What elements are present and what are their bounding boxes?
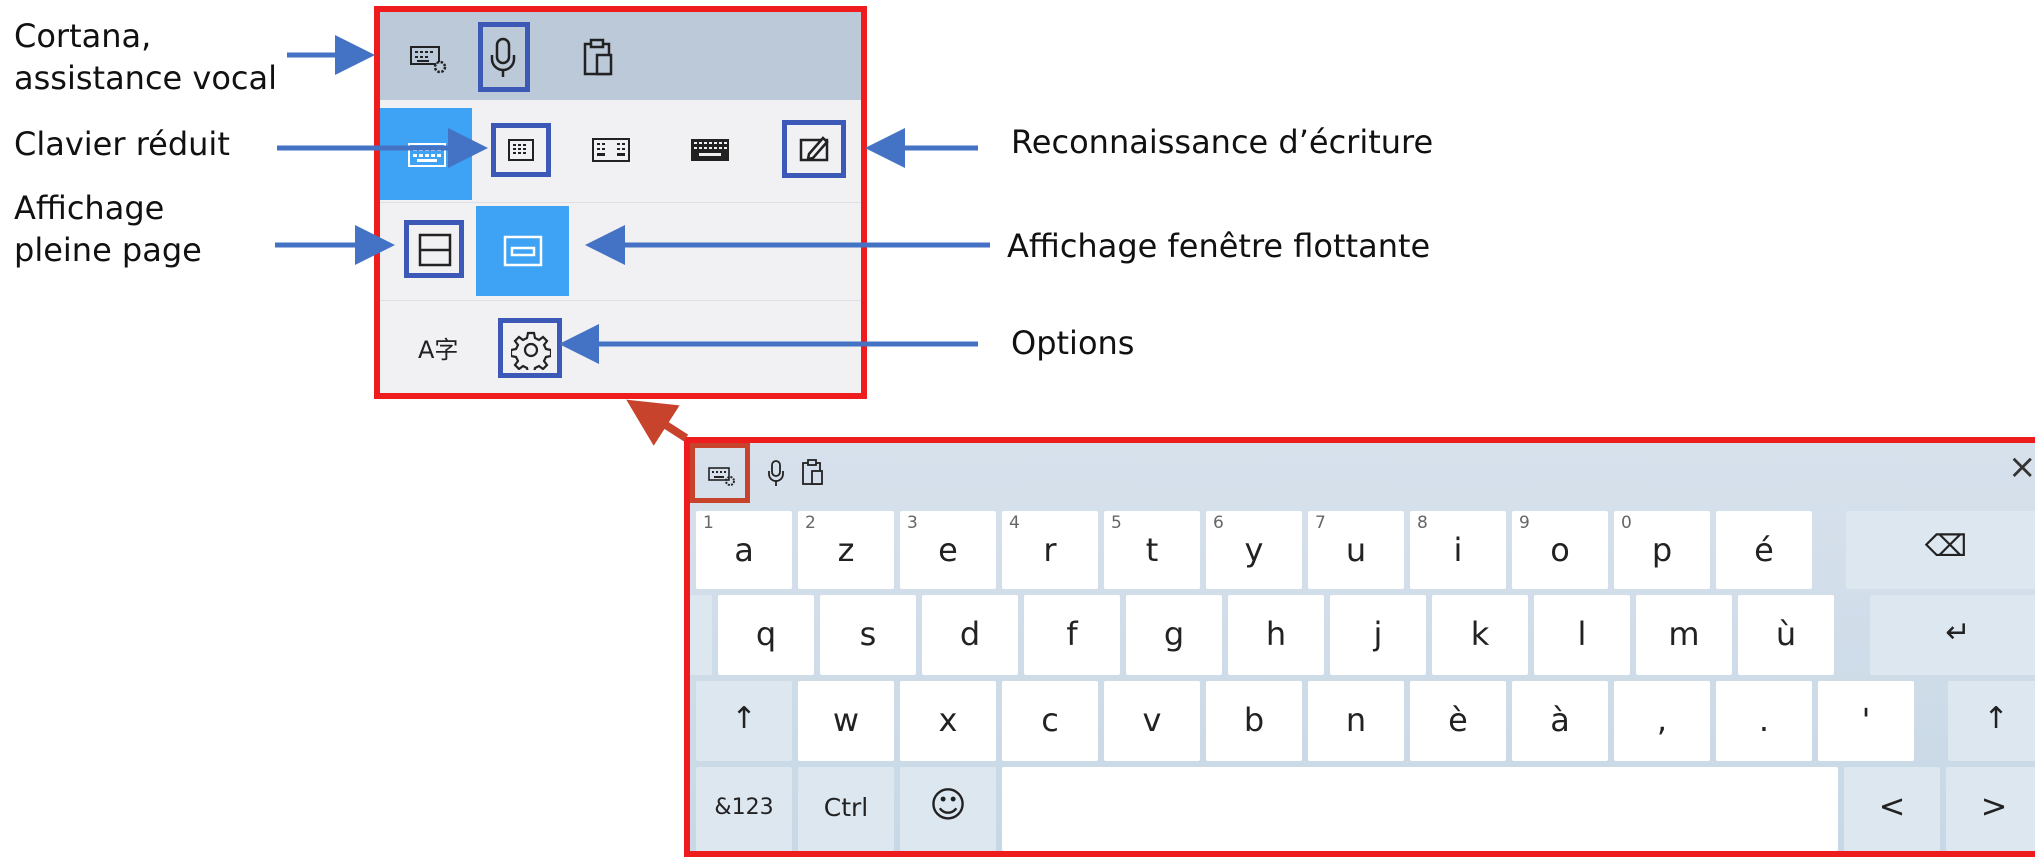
callout-arrows — [275, 35, 990, 446]
panel-origin-arrow — [626, 399, 689, 446]
